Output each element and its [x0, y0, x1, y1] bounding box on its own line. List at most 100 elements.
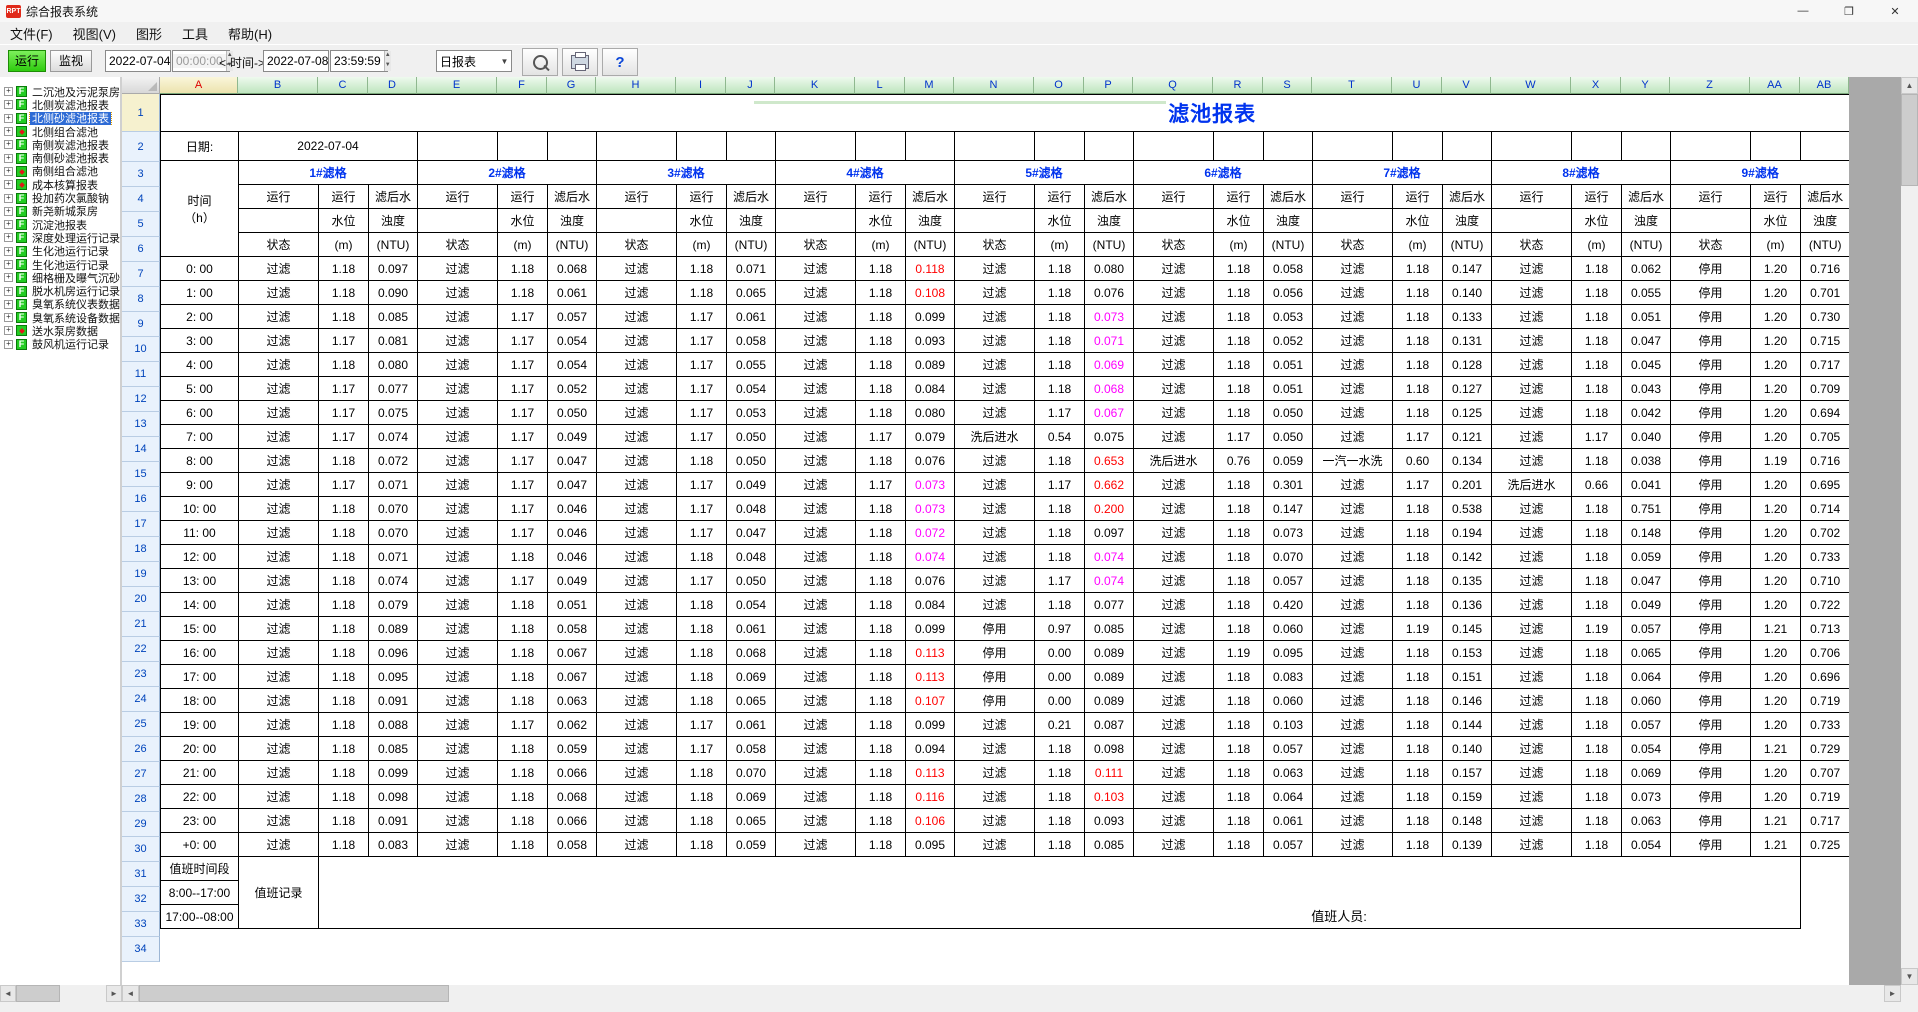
level-cell-g4[interactable]: 1.18 [856, 713, 906, 737]
column-header-AB[interactable]: AB [1800, 77, 1849, 94]
status-cell-g6[interactable]: 过滤 [1134, 713, 1214, 737]
level-cell-g5[interactable]: 1.18 [1035, 281, 1085, 305]
ntu-cell-g5[interactable]: 0.073 [1085, 305, 1134, 329]
sub-header-cell[interactable] [776, 209, 856, 233]
column-header-K[interactable]: K [775, 77, 855, 94]
level-cell-g7[interactable]: 1.18 [1393, 809, 1443, 833]
ntu-cell-g6[interactable]: 0.064 [1264, 785, 1313, 809]
sub-header-cell[interactable]: (m) [319, 233, 369, 257]
sub-header-cell[interactable]: (NTU) [1264, 233, 1313, 257]
level-cell-g6[interactable]: 1.18 [1214, 833, 1264, 857]
filter-group-header-8[interactable]: 8#滤格 [1492, 161, 1671, 185]
status-cell-g4[interactable]: 过滤 [776, 617, 856, 641]
level-cell-g7[interactable]: 1.18 [1393, 377, 1443, 401]
sub-header-cell[interactable]: 运行 [1035, 185, 1085, 209]
level-cell-g9[interactable]: 1.20 [1751, 521, 1801, 545]
time-cell[interactable]: 9: 00 [161, 473, 239, 497]
status-cell-g5[interactable]: 停用 [955, 665, 1035, 689]
level-cell-g1[interactable]: 1.18 [319, 737, 369, 761]
ntu-cell-g3[interactable]: 0.058 [727, 329, 776, 353]
tree-expand-icon[interactable]: + [4, 180, 13, 189]
level-cell-g8[interactable]: 1.18 [1572, 449, 1622, 473]
date-to-picker[interactable]: 2022-07-08 ▼ [263, 50, 329, 72]
ntu-cell-g5[interactable]: 0.074 [1085, 569, 1134, 593]
sub-header-cell[interactable]: 滤后水 [1085, 185, 1134, 209]
ntu-cell-g9[interactable]: 0.696 [1801, 665, 1850, 689]
level-cell-g6[interactable]: 1.18 [1214, 305, 1264, 329]
status-cell-g3[interactable]: 过滤 [597, 641, 677, 665]
level-cell-g5[interactable]: 0.21 [1035, 713, 1085, 737]
sidebar-item-8[interactable]: +F投加药次氯酸钠 [0, 191, 120, 204]
level-cell-g2[interactable]: 1.17 [498, 353, 548, 377]
level-cell-g6[interactable]: 1.18 [1214, 545, 1264, 569]
level-cell-g8[interactable]: 1.18 [1572, 689, 1622, 713]
ntu-cell-g1[interactable]: 0.075 [369, 401, 418, 425]
status-cell-g2[interactable]: 过滤 [418, 353, 498, 377]
column-header-X[interactable]: X [1571, 77, 1621, 94]
status-cell-g8[interactable]: 过滤 [1492, 353, 1572, 377]
status-cell-g2[interactable]: 过滤 [418, 497, 498, 521]
level-cell-g1[interactable]: 1.18 [319, 257, 369, 281]
status-cell-g1[interactable]: 过滤 [239, 329, 319, 353]
status-cell-g1[interactable]: 过滤 [239, 833, 319, 857]
level-cell-g3[interactable]: 1.18 [677, 809, 727, 833]
ntu-cell-g8[interactable]: 0.063 [1622, 809, 1671, 833]
column-header-W[interactable]: W [1491, 77, 1571, 94]
ntu-cell-g9[interactable]: 0.722 [1801, 593, 1850, 617]
status-cell-g5[interactable]: 过滤 [955, 737, 1035, 761]
level-cell-g4[interactable]: 1.18 [856, 833, 906, 857]
scroll-left-icon[interactable]: ◄ [0, 985, 16, 1002]
time-cell[interactable]: 3: 00 [161, 329, 239, 353]
sidebar-item-2[interactable]: +F北侧砂滤池报表 [0, 112, 120, 125]
status-cell-g1[interactable]: 过滤 [239, 353, 319, 377]
status-cell-g4[interactable]: 过滤 [776, 809, 856, 833]
ntu-cell-g9[interactable]: 0.694 [1801, 401, 1850, 425]
status-cell-g1[interactable]: 过滤 [239, 545, 319, 569]
status-cell-g9[interactable]: 停用 [1671, 281, 1751, 305]
status-cell-g1[interactable]: 过滤 [239, 257, 319, 281]
ntu-cell-g4[interactable]: 0.089 [906, 353, 955, 377]
sidebar-item-0[interactable]: +F二沉池及污泥泵房 [0, 85, 120, 98]
sub-header-cell[interactable]: (m) [856, 233, 906, 257]
ntu-cell-g7[interactable]: 0.144 [1443, 713, 1492, 737]
level-cell-g2[interactable]: 1.17 [498, 401, 548, 425]
level-cell-g7[interactable]: 1.18 [1393, 281, 1443, 305]
level-cell-g5[interactable]: 0.00 [1035, 689, 1085, 713]
duty-shift1-cell[interactable]: 8:00--17:00 [161, 881, 239, 905]
scroll-up-icon[interactable]: ▲ [1901, 77, 1918, 94]
status-cell-g1[interactable]: 过滤 [239, 401, 319, 425]
level-cell-g1[interactable]: 1.18 [319, 449, 369, 473]
ntu-cell-g9[interactable]: 0.716 [1801, 449, 1850, 473]
column-header-U[interactable]: U [1392, 77, 1442, 94]
status-cell-g1[interactable]: 过滤 [239, 761, 319, 785]
ntu-cell-g7[interactable]: 0.133 [1443, 305, 1492, 329]
status-cell-g3[interactable]: 过滤 [597, 281, 677, 305]
level-cell-g2[interactable]: 1.18 [498, 593, 548, 617]
status-cell-g6[interactable]: 过滤 [1134, 665, 1214, 689]
level-cell-g9[interactable]: 1.20 [1751, 593, 1801, 617]
ntu-cell-g3[interactable]: 0.059 [727, 833, 776, 857]
level-cell-g9[interactable]: 1.19 [1751, 449, 1801, 473]
empty-cell[interactable] [677, 132, 727, 161]
scroll-left-icon[interactable]: ◄ [122, 985, 139, 1002]
status-cell-g1[interactable]: 过滤 [239, 473, 319, 497]
level-cell-g8[interactable]: 1.18 [1572, 665, 1622, 689]
filter-group-header-4[interactable]: 4#滤格 [776, 161, 955, 185]
level-cell-g8[interactable]: 1.18 [1572, 713, 1622, 737]
status-cell-g2[interactable]: 过滤 [418, 425, 498, 449]
sub-header-cell[interactable]: 运行 [776, 185, 856, 209]
ntu-cell-g5[interactable]: 0.093 [1085, 809, 1134, 833]
status-cell-g5[interactable]: 过滤 [955, 305, 1035, 329]
level-cell-g2[interactable]: 1.18 [498, 617, 548, 641]
tree-expand-icon[interactable]: + [4, 340, 13, 349]
level-cell-g2[interactable]: 1.17 [498, 497, 548, 521]
ntu-cell-g4[interactable]: 0.079 [906, 425, 955, 449]
level-cell-g9[interactable]: 1.20 [1751, 329, 1801, 353]
level-cell-g5[interactable]: 0.54 [1035, 425, 1085, 449]
time-cell[interactable]: 2: 00 [161, 305, 239, 329]
level-cell-g7[interactable]: 1.18 [1393, 569, 1443, 593]
level-cell-g4[interactable]: 1.18 [856, 593, 906, 617]
status-cell-g5[interactable]: 过滤 [955, 713, 1035, 737]
tree-expand-icon[interactable]: + [4, 100, 13, 109]
level-cell-g4[interactable]: 1.18 [856, 809, 906, 833]
